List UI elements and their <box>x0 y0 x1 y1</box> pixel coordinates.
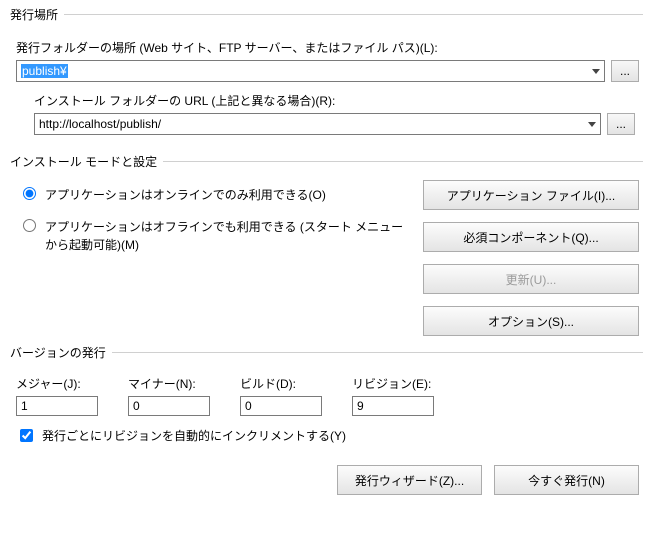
publish-location-group: 発行場所 発行フォルダーの場所 (Web サイト、FTP サーバー、またはファイ… <box>10 6 643 145</box>
revision-label: リビジョン(E): <box>352 375 434 392</box>
publish-now-button[interactable]: 今すぐ発行(N) <box>494 465 639 495</box>
dropdown-arrow-icon <box>583 114 600 134</box>
install-mode-legend: インストール モードと設定 <box>10 153 163 170</box>
revision-input[interactable] <box>352 396 434 416</box>
publish-location-legend: 発行場所 <box>10 6 64 23</box>
auto-increment-checkbox[interactable] <box>20 429 33 442</box>
publish-version-group: バージョンの発行 メジャー(J): マイナー(N): ビルド(D): リビジョン… <box>10 344 643 445</box>
install-url-label: インストール フォルダーの URL (上記と異なる場合)(R): <box>34 92 639 109</box>
updates-button: 更新(U)... <box>423 264 639 294</box>
online-only-radio[interactable] <box>23 187 36 200</box>
install-url-combo[interactable]: http://localhost/publish/ <box>34 113 601 135</box>
options-button[interactable]: オプション(S)... <box>423 306 639 336</box>
publish-version-legend: バージョンの発行 <box>10 344 112 361</box>
minor-label: マイナー(N): <box>128 375 210 392</box>
major-label: メジャー(J): <box>16 375 98 392</box>
publish-wizard-button[interactable]: 発行ウィザード(Z)... <box>337 465 482 495</box>
app-files-button[interactable]: アプリケーション ファイル(I)... <box>423 180 639 210</box>
offline-radio[interactable] <box>23 219 36 232</box>
publish-folder-label: 発行フォルダーの場所 (Web サイト、FTP サーバー、またはファイル パス)… <box>16 39 643 56</box>
minor-input[interactable] <box>128 396 210 416</box>
auto-increment-label: 発行ごとにリビジョンを自動的にインクリメントする(Y) <box>42 427 346 444</box>
prerequisites-button[interactable]: 必須コンポーネント(Q)... <box>423 222 639 252</box>
publish-folder-combo[interactable]: publish¥ <box>16 60 605 82</box>
install-mode-group: インストール モードと設定 アプリケーションはオンラインでのみ利用できる(O) … <box>10 153 643 336</box>
build-label: ビルド(D): <box>240 375 322 392</box>
dropdown-arrow-icon <box>587 61 604 81</box>
publish-folder-browse-button[interactable]: ... <box>611 60 639 82</box>
major-input[interactable] <box>16 396 98 416</box>
install-url-value: http://localhost/publish/ <box>39 117 161 131</box>
build-input[interactable] <box>240 396 322 416</box>
online-only-label: アプリケーションはオンラインでのみ利用できる(O) <box>45 186 326 204</box>
publish-folder-value: publish¥ <box>21 64 68 78</box>
offline-label: アプリケーションはオフラインでも利用できる (スタート メニューから起動可能)(… <box>45 218 415 254</box>
install-url-browse-button[interactable]: ... <box>607 113 635 135</box>
